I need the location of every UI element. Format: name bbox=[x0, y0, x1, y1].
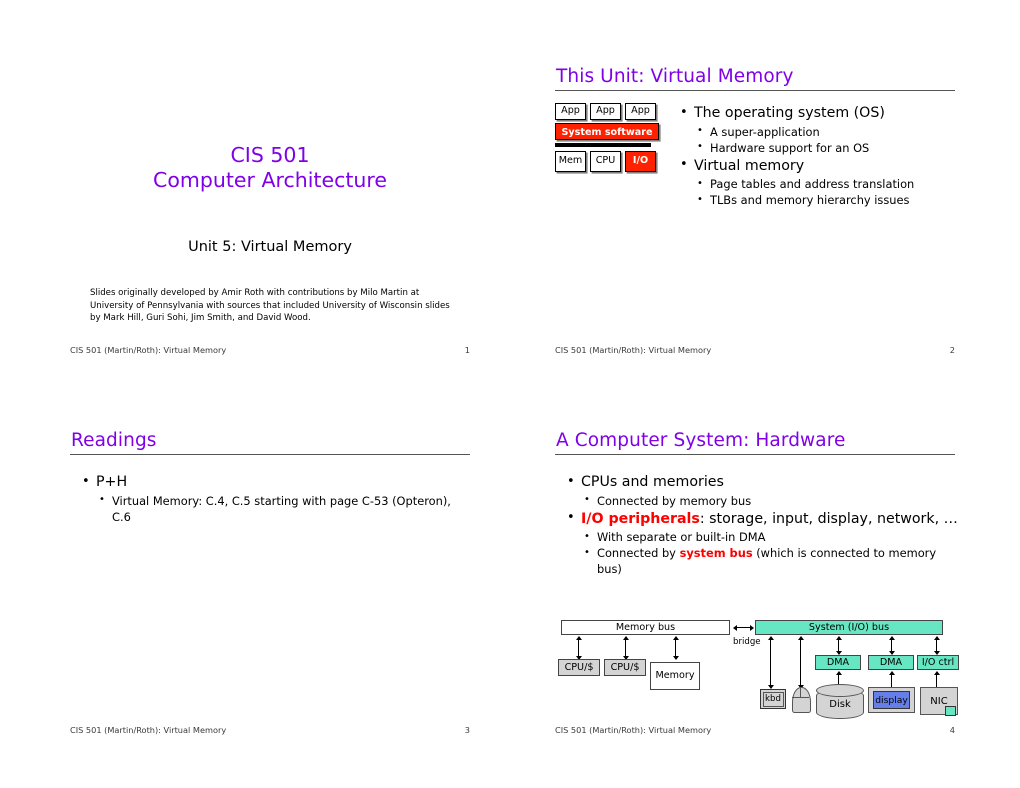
io-ctrl-box: I/O ctrl bbox=[917, 655, 959, 670]
dma2-device-arrow bbox=[887, 670, 897, 692]
sub-bullet: TLBs and memory hierarchy issues bbox=[694, 192, 953, 208]
mouse-button-split bbox=[800, 687, 801, 697]
bullet-text: The operating system (OS) bbox=[694, 105, 885, 121]
slide1-course-title: CIS 501 Computer Architecture bbox=[70, 143, 470, 193]
bullet-io-peripherals: I/O peripherals: storage, input, display… bbox=[565, 509, 960, 578]
cpu-cache-box-1: CPU/$ bbox=[558, 659, 600, 676]
course-name: CIS 501 bbox=[230, 143, 310, 167]
cpu-cache-box-2: CPU/$ bbox=[604, 659, 646, 676]
cpu-box: CPU bbox=[590, 150, 621, 172]
bullets-level1: The operating system (OS) A super-applic… bbox=[678, 104, 953, 208]
hardware-row: Mem CPU I/O bbox=[555, 150, 659, 172]
slide3-title: Readings bbox=[71, 430, 157, 451]
bullet-text: : storage, input, display, network, … bbox=[699, 510, 958, 527]
footer-text: CIS 501 (Martin/Roth): Virtual Memory bbox=[70, 725, 227, 735]
app-box-1: App bbox=[555, 103, 586, 120]
footer-text: CIS 501 (Martin/Roth): Virtual Memory bbox=[555, 345, 712, 355]
sub-bullet: A super-application bbox=[694, 123, 953, 140]
sub-bullet-text: With separate or built-in DMA bbox=[597, 530, 766, 544]
bridge-label: bridge bbox=[733, 637, 761, 647]
system-stack-diagram: App App App System software Mem CPU I/O bbox=[555, 103, 659, 172]
mouse-icon bbox=[792, 687, 811, 713]
memory-box: Memory bbox=[650, 662, 700, 690]
disk-top-ellipse bbox=[816, 684, 864, 697]
memory-bus-arrow bbox=[671, 635, 681, 660]
slide1-credit-text: Slides originally developed by Amir Roth… bbox=[90, 288, 450, 324]
dma1-bus-arrow bbox=[834, 635, 844, 655]
bullets-level2: Connected by memory bus bbox=[581, 492, 960, 509]
title-divider bbox=[555, 454, 955, 455]
bullets-level2: With separate or built-in DMA Connected … bbox=[581, 529, 960, 577]
sub-bullet: Hardware support for an OS bbox=[694, 139, 953, 156]
system-io-bus-bar: System (I/O) bus bbox=[755, 620, 943, 635]
slide1-unit-label: Unit 5: Virtual Memory bbox=[188, 239, 352, 255]
sub-bullet: Connected by memory bus bbox=[581, 492, 960, 509]
sub-bullet-text: Connected by bbox=[597, 546, 680, 560]
dma-box-1: DMA bbox=[815, 655, 861, 670]
slide-1: CIS 501 Computer Architecture Unit 5: Vi… bbox=[70, 40, 470, 375]
keyboard-label: kbd bbox=[762, 691, 784, 707]
ioctrl-device-arrow bbox=[932, 670, 942, 692]
slide-3: Readings P+H Virtual Memory: C.4, C.5 st… bbox=[70, 425, 470, 760]
page-number: 4 bbox=[949, 725, 955, 735]
bullet-text: P+H bbox=[96, 474, 128, 490]
sub-bullet-emphasis: system bus bbox=[679, 546, 753, 560]
dma-box-2: DMA bbox=[868, 655, 914, 670]
app-row: App App App bbox=[555, 103, 659, 120]
bullets-level2: Virtual Memory: C.4, C.5 starting with p… bbox=[96, 492, 470, 525]
bullet-virtual-memory: Virtual memory Page tables and address t… bbox=[678, 156, 953, 209]
ioctrl-bus-arrow bbox=[932, 635, 942, 655]
bullets-level1: P+H Virtual Memory: C.4, C.5 starting wi… bbox=[80, 473, 470, 525]
page-number: 2 bbox=[949, 345, 955, 355]
sub-bullet: Page tables and address translation bbox=[694, 176, 953, 192]
display-icon: display bbox=[868, 687, 915, 713]
mem-box: Mem bbox=[555, 150, 586, 172]
slide-2: This Unit: Virtual Memory App App App Sy… bbox=[555, 40, 955, 375]
app-box-3: App bbox=[625, 103, 656, 120]
title-divider bbox=[555, 90, 955, 91]
nic-port-icon bbox=[945, 706, 956, 716]
display-label: display bbox=[873, 691, 910, 709]
hardware-interface-bar bbox=[555, 142, 651, 147]
title-divider bbox=[70, 454, 470, 455]
computer-system-hardware-diagram: Memory bus System (I/O) bus bridge CPU/$… bbox=[555, 617, 959, 722]
io-box: I/O bbox=[625, 150, 656, 172]
cpu2-bus-arrow bbox=[621, 635, 631, 660]
slide4-title: A Computer System: Hardware bbox=[556, 430, 846, 451]
system-software-bar: System software bbox=[555, 122, 659, 140]
footer-text: CIS 501 (Martin/Roth): Virtual Memory bbox=[70, 345, 227, 355]
footer-text: CIS 501 (Martin/Roth): Virtual Memory bbox=[555, 725, 712, 735]
kbd-bus-arrow bbox=[766, 635, 776, 689]
slide4-bullet-list: CPUs and memories Connected by memory bu… bbox=[565, 473, 960, 578]
bullet-text: CPUs and memories bbox=[581, 474, 724, 490]
bullets-level2: A super-application Hardware support for… bbox=[694, 123, 953, 156]
keyboard-icon: kbd bbox=[760, 689, 786, 709]
slide2-bullet-list: The operating system (OS) A super-applic… bbox=[678, 104, 953, 209]
bullet-cpus-memories: CPUs and memories Connected by memory bu… bbox=[565, 473, 960, 509]
mouse-bus-arrow bbox=[796, 635, 806, 689]
bullets-level2: Page tables and address translation TLBs… bbox=[694, 176, 953, 208]
sub-bullet: With separate or built-in DMA bbox=[581, 529, 960, 545]
handout-page: CIS 501 Computer Architecture Unit 5: Vi… bbox=[0, 0, 1020, 788]
slide3-bullet-list: P+H Virtual Memory: C.4, C.5 starting wi… bbox=[80, 473, 470, 526]
bullet-emphasis: I/O peripherals bbox=[581, 510, 700, 527]
course-subtitle: Computer Architecture bbox=[153, 168, 387, 192]
dma2-bus-arrow bbox=[887, 635, 897, 655]
app-box-2: App bbox=[590, 103, 621, 120]
bullet-ph: P+H Virtual Memory: C.4, C.5 starting wi… bbox=[80, 473, 470, 525]
bridge-arrow bbox=[732, 623, 754, 633]
slide-4: A Computer System: Hardware CPUs and mem… bbox=[555, 425, 959, 760]
mouse-button-divider bbox=[792, 697, 809, 698]
memory-bus-bar: Memory bus bbox=[561, 620, 730, 635]
bullet-text: Virtual memory bbox=[694, 157, 805, 174]
bullet-os: The operating system (OS) A super-applic… bbox=[678, 104, 953, 156]
sub-bullet: Virtual Memory: C.4, C.5 starting with p… bbox=[96, 492, 470, 525]
bullets-level1: CPUs and memories Connected by memory bu… bbox=[565, 473, 960, 577]
cpu1-bus-arrow bbox=[574, 635, 584, 660]
sub-bullet: Connected by system bus (which is connec… bbox=[581, 545, 960, 577]
page-number: 1 bbox=[464, 345, 470, 355]
slide2-title: This Unit: Virtual Memory bbox=[556, 66, 794, 87]
page-number: 3 bbox=[464, 725, 470, 735]
